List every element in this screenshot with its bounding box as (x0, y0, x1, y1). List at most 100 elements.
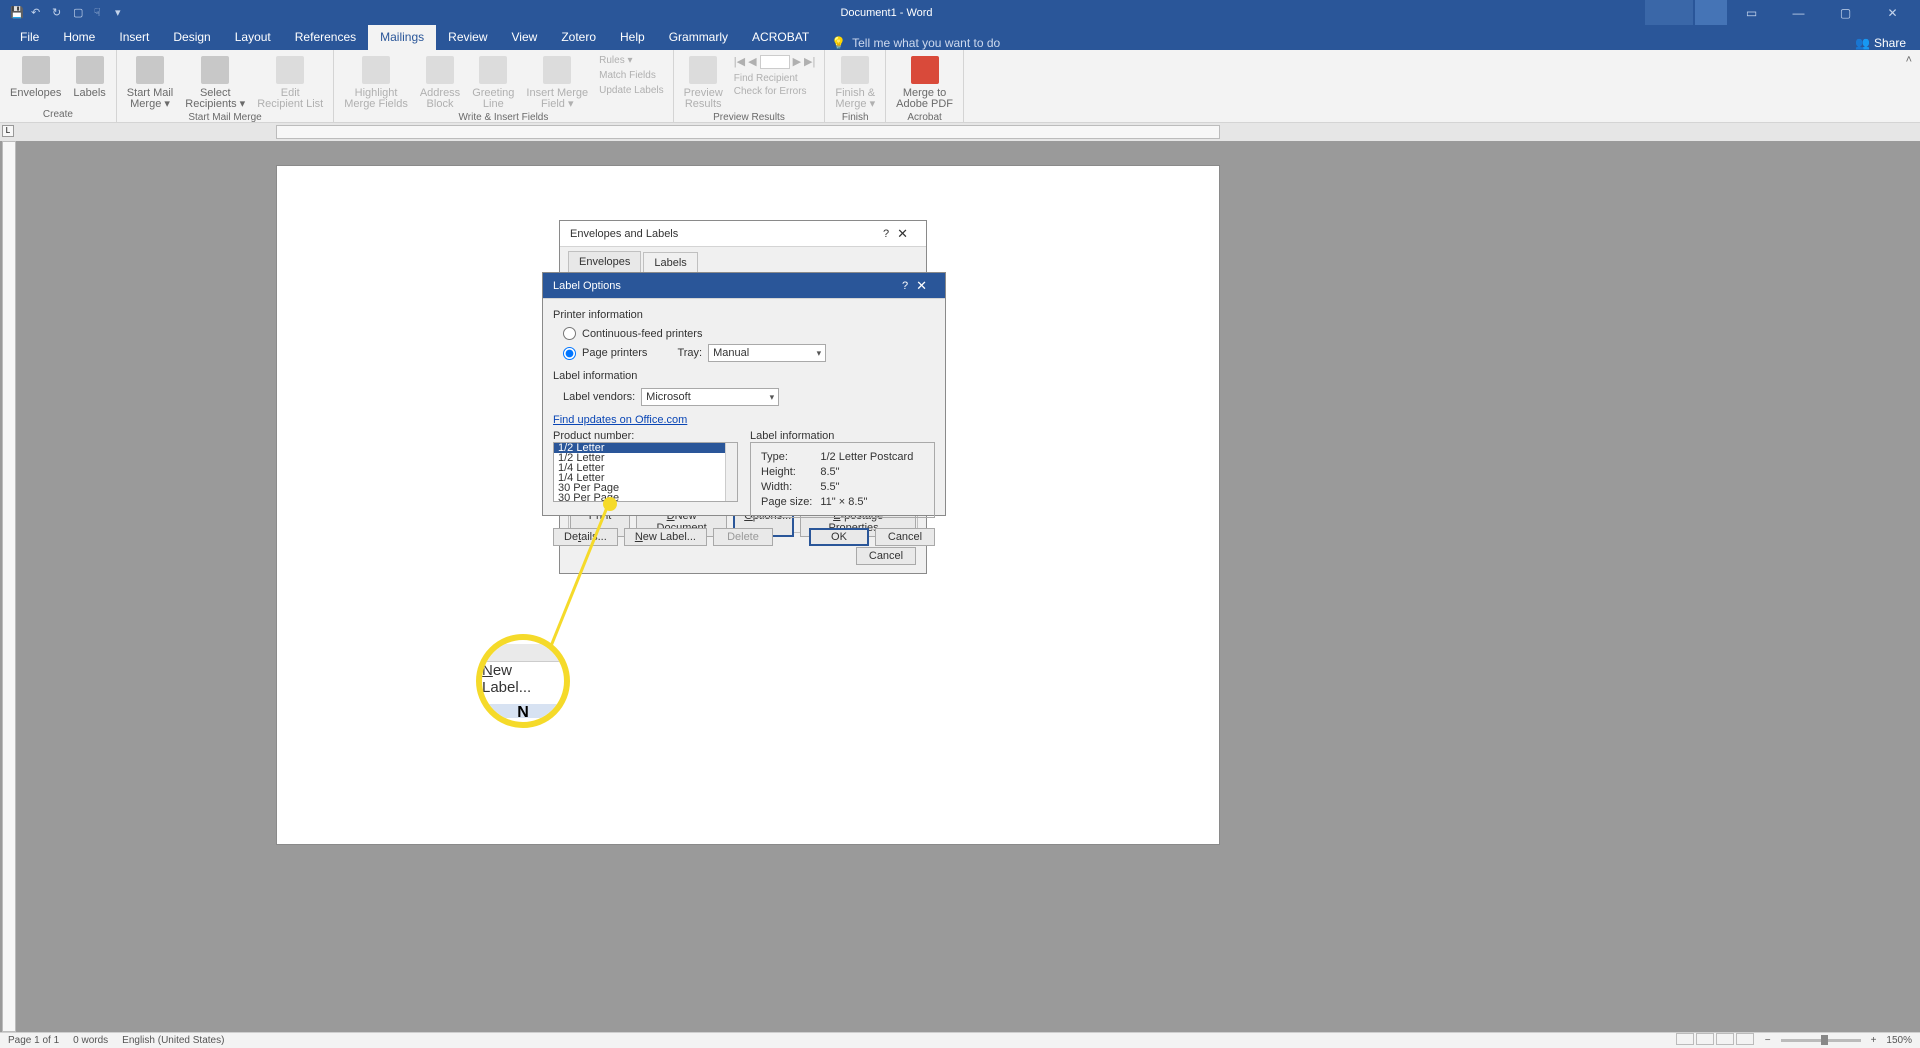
cancel-button[interactable]: Cancel (875, 528, 935, 546)
tab-selector[interactable]: L (2, 125, 14, 137)
label-options-dialog: Label Options ? ✕ Printer information Co… (542, 272, 946, 516)
envelopes-button[interactable]: Envelopes (6, 52, 65, 101)
save-icon[interactable]: 💾 (10, 6, 23, 19)
ribbon-display-icon[interactable]: ▭ (1729, 0, 1774, 25)
match-fields-button: Match Fields (596, 69, 667, 82)
tab-layout[interactable]: Layout (223, 25, 283, 50)
maximize-icon[interactable]: ▢ (1823, 0, 1868, 25)
tab-acrobat[interactable]: ACROBAT (740, 25, 821, 50)
delete-button[interactable]: Delete (713, 528, 773, 546)
list-item[interactable]: 30 Per Page (554, 493, 737, 502)
language-status[interactable]: English (United States) (122, 1035, 224, 1046)
horizontal-ruler[interactable] (276, 125, 1220, 139)
first-record-icon: |◀ (734, 55, 745, 69)
labels-tab[interactable]: Labels (643, 252, 697, 274)
update-labels-button: Update Labels (596, 84, 667, 97)
zoom-slider[interactable] (1781, 1039, 1861, 1042)
minimize-icon[interactable]: — (1776, 0, 1821, 25)
title-bar: 💾 ↶ ↻ ▢ ☟ ▾ Document1 - Word ▭ — ▢ ✕ (0, 0, 1920, 25)
new-doc-icon[interactable]: ▢ (73, 6, 86, 19)
page-status[interactable]: Page 1 of 1 (8, 1035, 59, 1046)
share-icon: 👥 (1855, 36, 1870, 50)
product-number-listbox[interactable]: 1/2 Letter 1/2 Letter 1/4 Letter 1/4 Let… (553, 442, 738, 502)
tell-me[interactable]: 💡 Tell me what you want to do (821, 36, 1010, 50)
insert-merge-field-button: Insert Merge Field ▾ (522, 52, 592, 112)
callout-anchor-dot (603, 497, 617, 511)
word-count[interactable]: 0 words (73, 1035, 108, 1046)
close-icon[interactable]: ✕ (889, 226, 916, 242)
highlight-merge-fields-button: Highlight Merge Fields (340, 52, 412, 112)
address-block-button: Address Block (416, 52, 464, 112)
tab-home[interactable]: Home (51, 25, 107, 50)
record-number-input (760, 55, 790, 69)
tab-help[interactable]: Help (608, 25, 657, 50)
qat-dropdown-icon[interactable]: ▾ (115, 6, 128, 19)
details-button[interactable]: Details... (553, 528, 618, 546)
tab-insert[interactable]: Insert (107, 25, 161, 50)
vendors-dropdown[interactable]: Microsoft▾ (641, 388, 779, 406)
next-record-icon: ▶ (793, 55, 801, 69)
last-record-icon: ▶| (804, 55, 815, 69)
greeting-line-button: Greeting Line (468, 52, 518, 112)
check-errors-button: Check for Errors (731, 85, 819, 98)
zoom-level[interactable]: 150% (1886, 1035, 1912, 1046)
mail-merge-icon (136, 56, 164, 84)
pdf-icon (911, 56, 939, 84)
undo-icon[interactable]: ↶ (31, 6, 44, 19)
edit-list-icon (276, 56, 304, 84)
tab-zotero[interactable]: Zotero (549, 25, 608, 50)
account-box[interactable] (1645, 0, 1693, 25)
quick-access-toolbar: 💾 ↶ ↻ ▢ ☟ ▾ (0, 6, 128, 19)
select-recipients-button[interactable]: Select Recipients ▾ (181, 52, 249, 112)
tab-grammarly[interactable]: Grammarly (657, 25, 740, 50)
collapse-ribbon-icon[interactable]: ˄ (1898, 50, 1920, 70)
find-updates-link[interactable]: Find updates on Office.com (553, 414, 687, 426)
zoom-out-button[interactable]: − (1765, 1035, 1771, 1046)
new-label-button[interactable]: New Label... (624, 528, 707, 546)
ribbon-tabs: File Home Insert Design Layout Reference… (0, 25, 1920, 50)
close-icon[interactable]: ✕ (908, 278, 935, 294)
chevron-down-icon: ▾ (770, 392, 775, 403)
address-icon (426, 56, 454, 84)
redo-icon[interactable]: ↻ (52, 6, 65, 19)
finish-icon (841, 56, 869, 84)
touch-mode-icon[interactable]: ☟ (94, 6, 107, 19)
tab-design[interactable]: Design (161, 25, 222, 50)
page-printers-radio[interactable]: Page printers (563, 347, 647, 360)
preview-icon (689, 56, 717, 84)
start-mail-merge-button[interactable]: Start Mail Merge ▾ (123, 52, 177, 112)
document-area: Envelopes and Labels ? ✕ Envelopes Label… (0, 141, 1920, 1032)
tab-review[interactable]: Review (436, 25, 499, 50)
finish-merge-button: Finish & Merge ▾ (831, 52, 879, 112)
ruler-row: L (0, 123, 1920, 141)
scrollbar[interactable] (725, 443, 737, 501)
callout-text: New Label... (482, 662, 564, 696)
tab-mailings[interactable]: Mailings (368, 25, 436, 50)
merge-to-pdf-button[interactable]: Merge to Adobe PDF (892, 52, 957, 112)
share-button[interactable]: 👥 Share (1855, 36, 1920, 50)
label-icon (76, 56, 104, 84)
dialog-title-bar[interactable]: Label Options ? ✕ (543, 273, 945, 299)
tab-view[interactable]: View (500, 25, 550, 50)
tab-references[interactable]: References (283, 25, 368, 50)
tab-file[interactable]: File (8, 25, 51, 50)
zoom-in-button[interactable]: + (1871, 1035, 1877, 1046)
dialog-title-bar: Envelopes and Labels ? ✕ (560, 221, 926, 247)
labels-button[interactable]: Labels (69, 52, 109, 101)
edit-recipient-list-button: Edit Recipient List (253, 52, 327, 112)
find-recipient-button: Find Recipient (731, 72, 819, 85)
continuous-feed-radio[interactable]: Continuous-feed printers (553, 325, 935, 342)
view-buttons[interactable] (1675, 1033, 1755, 1048)
highlight-icon (362, 56, 390, 84)
envelopes-tab[interactable]: Envelopes (568, 251, 641, 273)
ok-button[interactable]: OK (809, 528, 869, 546)
account-box-2[interactable] (1695, 0, 1727, 25)
lightbulb-icon: 💡 (831, 36, 846, 50)
prev-record-icon: ◀ (748, 55, 756, 69)
close-icon[interactable]: ✕ (1870, 0, 1915, 25)
tray-dropdown[interactable]: Manual▾ (708, 344, 826, 362)
label-info-box: Type:1/2 Letter PostcardHeight:8.5"Width… (750, 442, 935, 518)
callout-magnifier: New Label... N (476, 634, 570, 728)
record-nav: |◀ ◀ ▶ ▶| (731, 52, 819, 72)
vertical-ruler[interactable] (2, 141, 16, 1032)
